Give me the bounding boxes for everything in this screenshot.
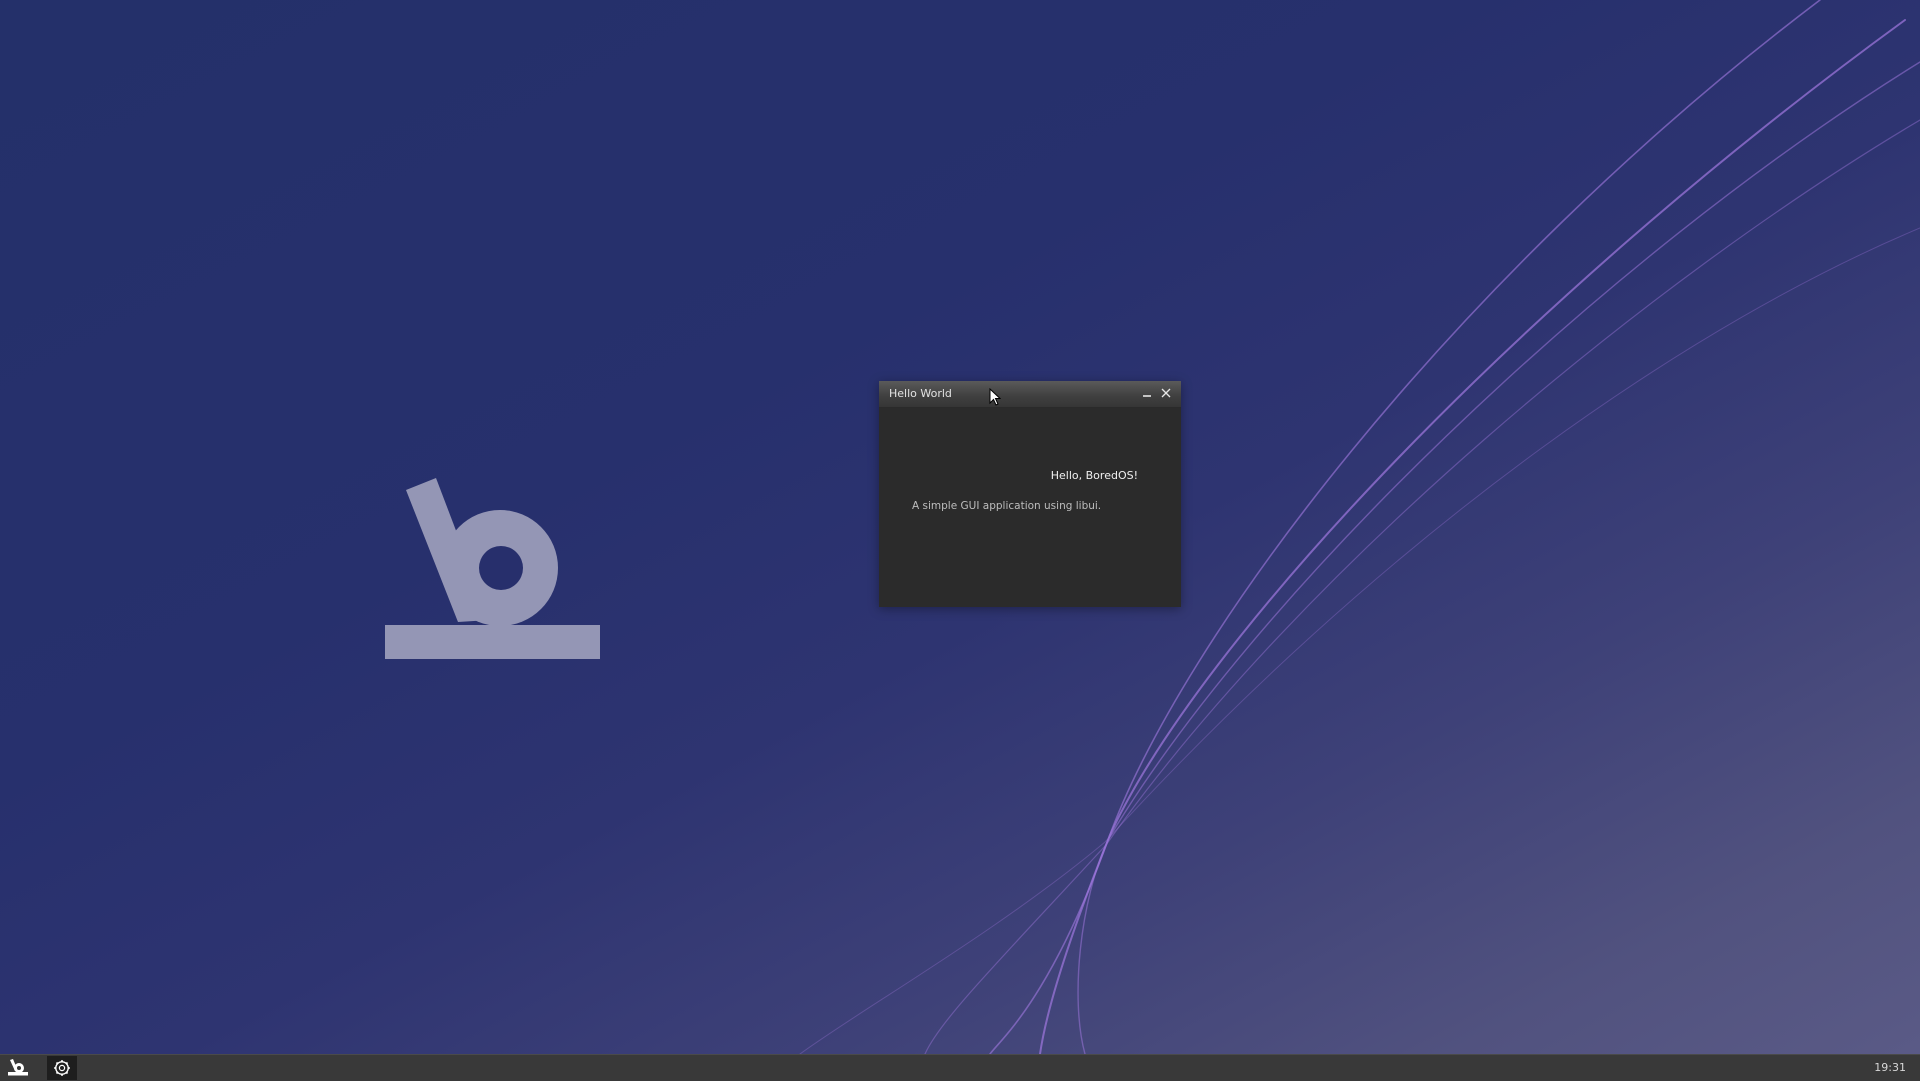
start-button[interactable]: [4, 1058, 32, 1078]
window-title: Hello World: [889, 387, 952, 400]
gear-icon: [54, 1060, 70, 1076]
minimize-icon[interactable]: [1140, 386, 1154, 400]
hello-world-window[interactable]: Hello World Hello, BoredOS! A simple GUI…: [879, 381, 1181, 607]
desktop[interactable]: Hello World Hello, BoredOS! A simple GUI…: [0, 0, 1920, 1054]
taskbar-clock: 19:31: [1874, 1061, 1906, 1074]
taskbar: 19:31: [0, 1054, 1920, 1081]
close-icon[interactable]: [1159, 386, 1173, 400]
window-description: A simple GUI application using libui.: [912, 500, 1102, 512]
window-heading-text: Hello, BoredOS!: [1050, 469, 1138, 482]
window-heading: Hello, BoredOS!: [879, 469, 1138, 482]
taskbar-item-settings[interactable]: [47, 1056, 77, 1080]
window-titlebar[interactable]: Hello World: [879, 381, 1181, 408]
boredos-logo-icon: [385, 478, 600, 659]
